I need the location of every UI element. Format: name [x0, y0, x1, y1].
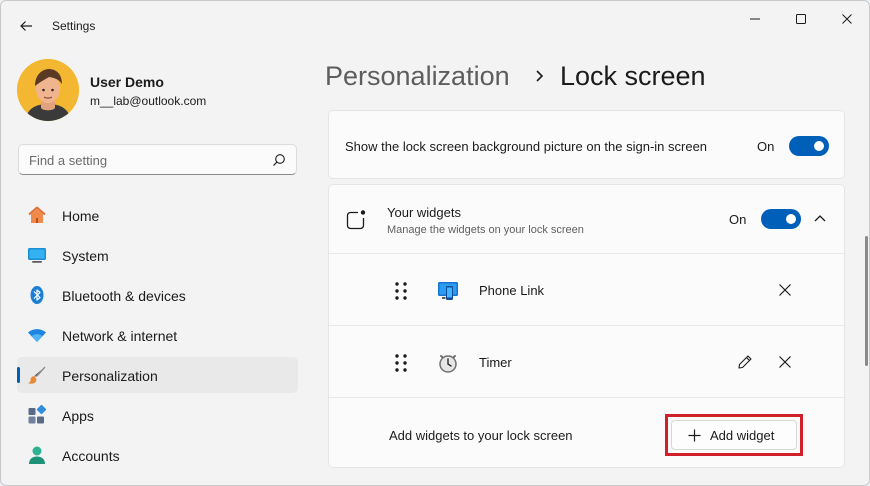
user-email: m__lab@outlook.com	[90, 94, 207, 108]
search-input[interactable]	[29, 151, 259, 169]
page-title: Lock screen	[560, 61, 706, 91]
widgets-icon	[346, 209, 367, 230]
widget-name: Phone Link	[479, 283, 545, 298]
close-icon	[842, 14, 852, 24]
user-name: User Demo	[90, 74, 164, 90]
drag-handle-icon[interactable]	[393, 353, 409, 373]
sidebar-item-label: Network & internet	[62, 328, 178, 344]
widgets-subtitle: Manage the widgets on your lock screen	[387, 224, 584, 236]
sidebar-item-label: Home	[62, 208, 100, 224]
toggle-knob	[786, 214, 796, 224]
widgets-title: Your widgets	[387, 205, 461, 220]
back-arrow-icon	[20, 21, 32, 31]
breadcrumb-parent[interactable]: Personalization	[325, 61, 510, 92]
brush-icon	[28, 366, 46, 384]
drag-handle-icon[interactable]	[393, 281, 409, 301]
title-bar: Settings	[1, 1, 869, 49]
search-box[interactable]	[18, 144, 297, 175]
setting-card-widgets: Your widgets Manage the widgets on your …	[328, 184, 845, 468]
edit-pencil-icon[interactable]	[737, 354, 753, 370]
search-icon[interactable]	[272, 153, 286, 167]
setting-label: Show the lock screen background picture …	[345, 139, 708, 154]
add-widget-label: Add widget	[710, 428, 775, 443]
sidebar-item-label: Accounts	[62, 448, 120, 464]
toggle-state-label: On	[757, 139, 775, 154]
chevron-up-icon[interactable]	[812, 211, 828, 225]
widget-row-timer: Timer	[329, 325, 844, 397]
sidebar-item-label: System	[62, 248, 109, 264]
active-indicator	[17, 367, 20, 383]
setting-card-background-picture: Show the lock screen background picture …	[328, 110, 845, 179]
sidebar-nav: Home System Bluetooth & devices Network …	[17, 197, 298, 477]
sidebar-item-label: Apps	[62, 408, 94, 424]
widgets-toggle[interactable]	[761, 209, 801, 229]
back-button[interactable]	[13, 13, 39, 39]
widgets-header[interactable]: Your widgets Manage the widgets on your …	[329, 185, 844, 253]
avatar[interactable]	[17, 59, 79, 121]
app-title: Settings	[52, 19, 96, 33]
wifi-icon	[28, 329, 46, 342]
plus-icon	[688, 429, 701, 442]
minimize-icon	[750, 18, 760, 20]
add-widget-button[interactable]: Add widget	[671, 420, 797, 450]
sidebar-item-accounts[interactable]: Accounts	[17, 437, 298, 473]
sidebar-item-bluetooth[interactable]: Bluetooth & devices	[17, 277, 298, 313]
minimize-button[interactable]	[735, 7, 775, 31]
scrollbar[interactable]	[865, 236, 868, 366]
widget-name: Timer	[479, 355, 512, 370]
sidebar-item-network[interactable]: Network & internet	[17, 317, 298, 353]
sidebar-item-apps[interactable]: Apps	[17, 397, 298, 433]
settings-window: Settings User Demo m__lab@outlook.com Fi…	[0, 0, 870, 486]
phone-link-icon	[438, 282, 458, 300]
toggle-knob	[814, 141, 824, 151]
remove-icon[interactable]	[777, 282, 793, 298]
timer-icon	[439, 355, 457, 373]
maximize-button[interactable]	[781, 7, 821, 31]
system-icon	[28, 248, 46, 263]
sidebar-item-label: Bluetooth & devices	[62, 288, 186, 304]
add-widget-row: Add widgets to your lock screen Add widg…	[329, 397, 844, 467]
avatar-image	[17, 59, 79, 121]
bluetooth-icon	[30, 286, 44, 304]
sidebar-item-home[interactable]: Home	[17, 197, 298, 233]
widget-row-phone-link: Phone Link	[329, 253, 844, 325]
maximize-icon	[796, 14, 806, 24]
add-widgets-label: Add widgets to your lock screen	[389, 428, 573, 443]
breadcrumb-chevron-icon	[536, 70, 544, 82]
close-button[interactable]	[827, 7, 867, 31]
sidebar-item-label: Personalization	[62, 368, 158, 384]
accounts-icon	[29, 446, 45, 464]
home-icon	[28, 206, 46, 223]
toggle-state-label: On	[729, 212, 747, 227]
sidebar-item-system[interactable]: System	[17, 237, 298, 273]
sidebar-item-personalization[interactable]: Personalization	[17, 357, 298, 393]
apps-icon	[28, 405, 47, 424]
background-picture-toggle[interactable]	[789, 136, 829, 156]
remove-icon[interactable]	[777, 354, 793, 370]
